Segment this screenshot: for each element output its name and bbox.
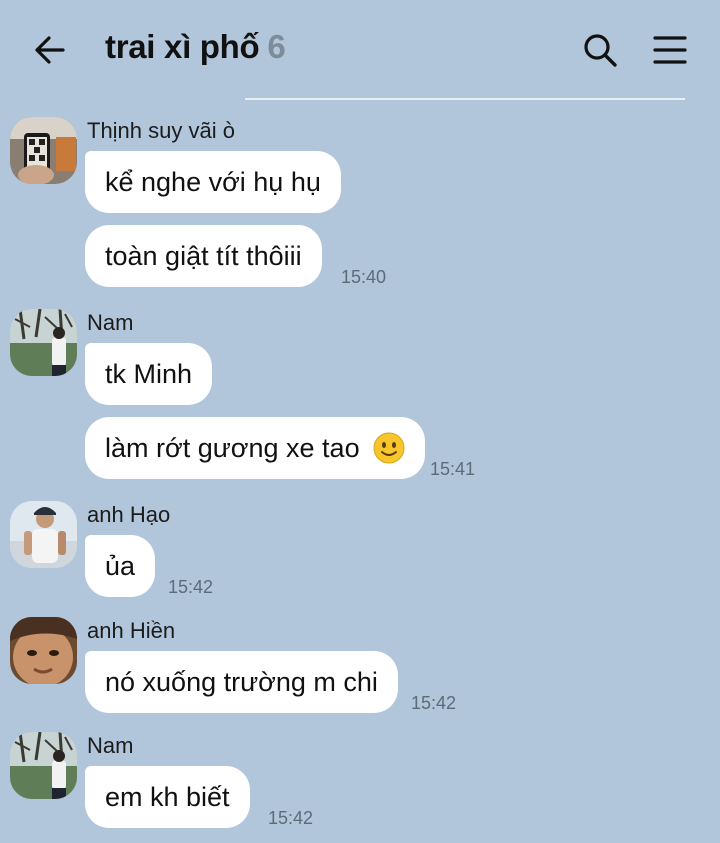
message-bubble[interactable]: nó xuống trường m chi bbox=[85, 651, 398, 713]
slightly-smiling-face-icon bbox=[373, 432, 405, 464]
hamburger-menu-icon bbox=[653, 36, 687, 64]
sender-name: anh Hiền bbox=[87, 618, 176, 643]
message-timestamp: 15:42 bbox=[268, 808, 314, 828]
back-button[interactable] bbox=[30, 30, 70, 70]
message-timestamp: 15:41 bbox=[430, 459, 476, 479]
message-timestamp: 15:40 bbox=[341, 267, 387, 287]
message-text: tk Minh bbox=[105, 359, 193, 389]
message-text: làm rớt gương xe tao bbox=[105, 433, 360, 463]
message-timestamp: 15:42 bbox=[411, 693, 457, 713]
message-text: nó xuống trường m chi bbox=[105, 667, 378, 697]
message-bubble[interactable]: ủa bbox=[85, 535, 156, 597]
avatar[interactable] bbox=[10, 309, 77, 376]
search-button[interactable] bbox=[580, 30, 620, 70]
message-bubble[interactable]: làm rớt gương xe tao bbox=[85, 417, 426, 479]
sender-name: Nam bbox=[87, 310, 134, 335]
message-text: ủa bbox=[105, 551, 136, 581]
chat-header: trai xì phố 6 bbox=[0, 0, 720, 100]
message-bubble[interactable]: toàn giật tít thôiii bbox=[85, 225, 322, 287]
sender-name: Thịnh suy vãi ò bbox=[87, 118, 235, 143]
arrow-left-icon bbox=[35, 36, 65, 64]
header-divider bbox=[245, 98, 685, 100]
member-count: 6 bbox=[267, 28, 286, 65]
avatar[interactable] bbox=[10, 117, 77, 184]
message-bubble[interactable]: em kh biết bbox=[85, 766, 250, 828]
message-text: toàn giật tít thôiii bbox=[105, 241, 302, 271]
message-timestamp: 15:42 bbox=[168, 577, 214, 597]
chat-title[interactable]: trai xì phố 6 bbox=[105, 28, 286, 66]
message-bubble[interactable]: tk Minh bbox=[85, 343, 213, 405]
group-name: trai xì phố bbox=[105, 28, 260, 65]
sender-name: anh Hạo bbox=[87, 502, 171, 527]
message-text: kể nghe với hụ hụ bbox=[105, 167, 321, 197]
message-text: em kh biết bbox=[105, 782, 230, 812]
avatar[interactable] bbox=[10, 617, 77, 684]
message-bubble[interactable]: kể nghe với hụ hụ bbox=[85, 151, 341, 213]
avatar[interactable] bbox=[10, 501, 77, 568]
menu-button[interactable] bbox=[650, 30, 690, 70]
sender-name: Nam bbox=[87, 733, 134, 758]
search-icon bbox=[584, 34, 617, 67]
avatar[interactable] bbox=[10, 732, 77, 799]
